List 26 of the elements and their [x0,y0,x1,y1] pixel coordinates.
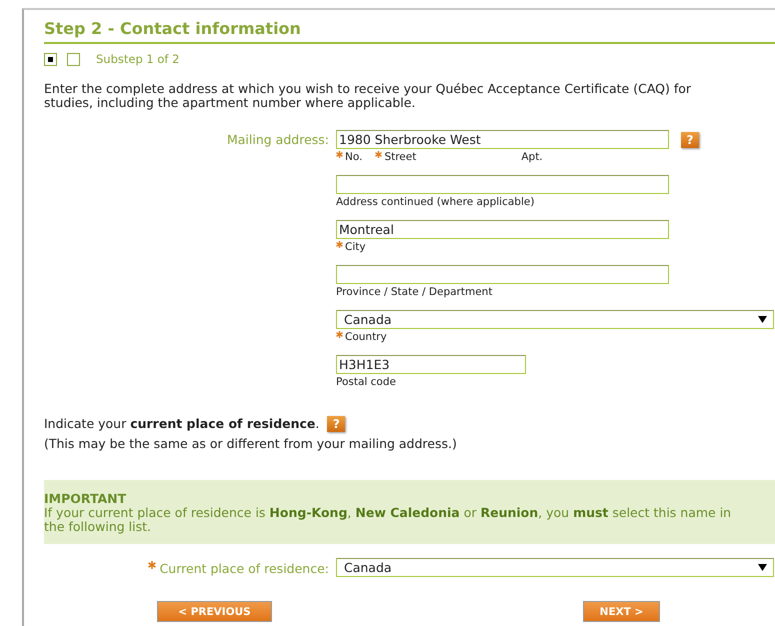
step-title: Step 2 - Contact information [44,14,775,44]
notice-heading: IMPORTANT [44,492,128,506]
residence-dropdown[interactable]: Canada [336,558,774,577]
field-caption: Apt. [521,151,543,163]
notice-text: If your current place of residence is Hong-Kong, New Caledonia or Reunion, you must select this name in the following list. [44,506,732,534]
intro-text: Enter the complete address at which you wish to receive your Québec Acceptance Certificate (CAQ) for studies, including the apartment number where applicable. [44,82,692,110]
field-caption: Country [345,331,387,343]
field-caption: No. [345,151,362,163]
mailing-address-label: Mailing address: [226,132,329,147]
substep-label: Substep 1 of 2 [96,52,180,66]
caret-icon [758,564,767,571]
field-caption: Postal code [336,376,396,388]
caret-icon [758,316,767,323]
input-field[interactable] [336,265,669,284]
country-dropdown[interactable]: Canada [336,310,774,329]
field-caption: City [345,241,366,253]
input-field[interactable]: Montreal [336,220,669,239]
residence-label: Current place of residence: [160,561,329,576]
field-caption: Street [384,151,416,163]
input-field[interactable]: H3H1E3 [336,355,526,374]
input-field[interactable]: 1980 Sherbrooke West [336,130,669,149]
input-field[interactable] [336,175,669,194]
residence-note: (This may be the same as or different from your mailing address.) [44,435,458,453]
field-caption: Address continued (where applicable) [336,196,534,208]
field-caption: Province / State / Department [336,286,492,298]
residence-prompt: Indicate your current place of residence. [44,415,320,433]
